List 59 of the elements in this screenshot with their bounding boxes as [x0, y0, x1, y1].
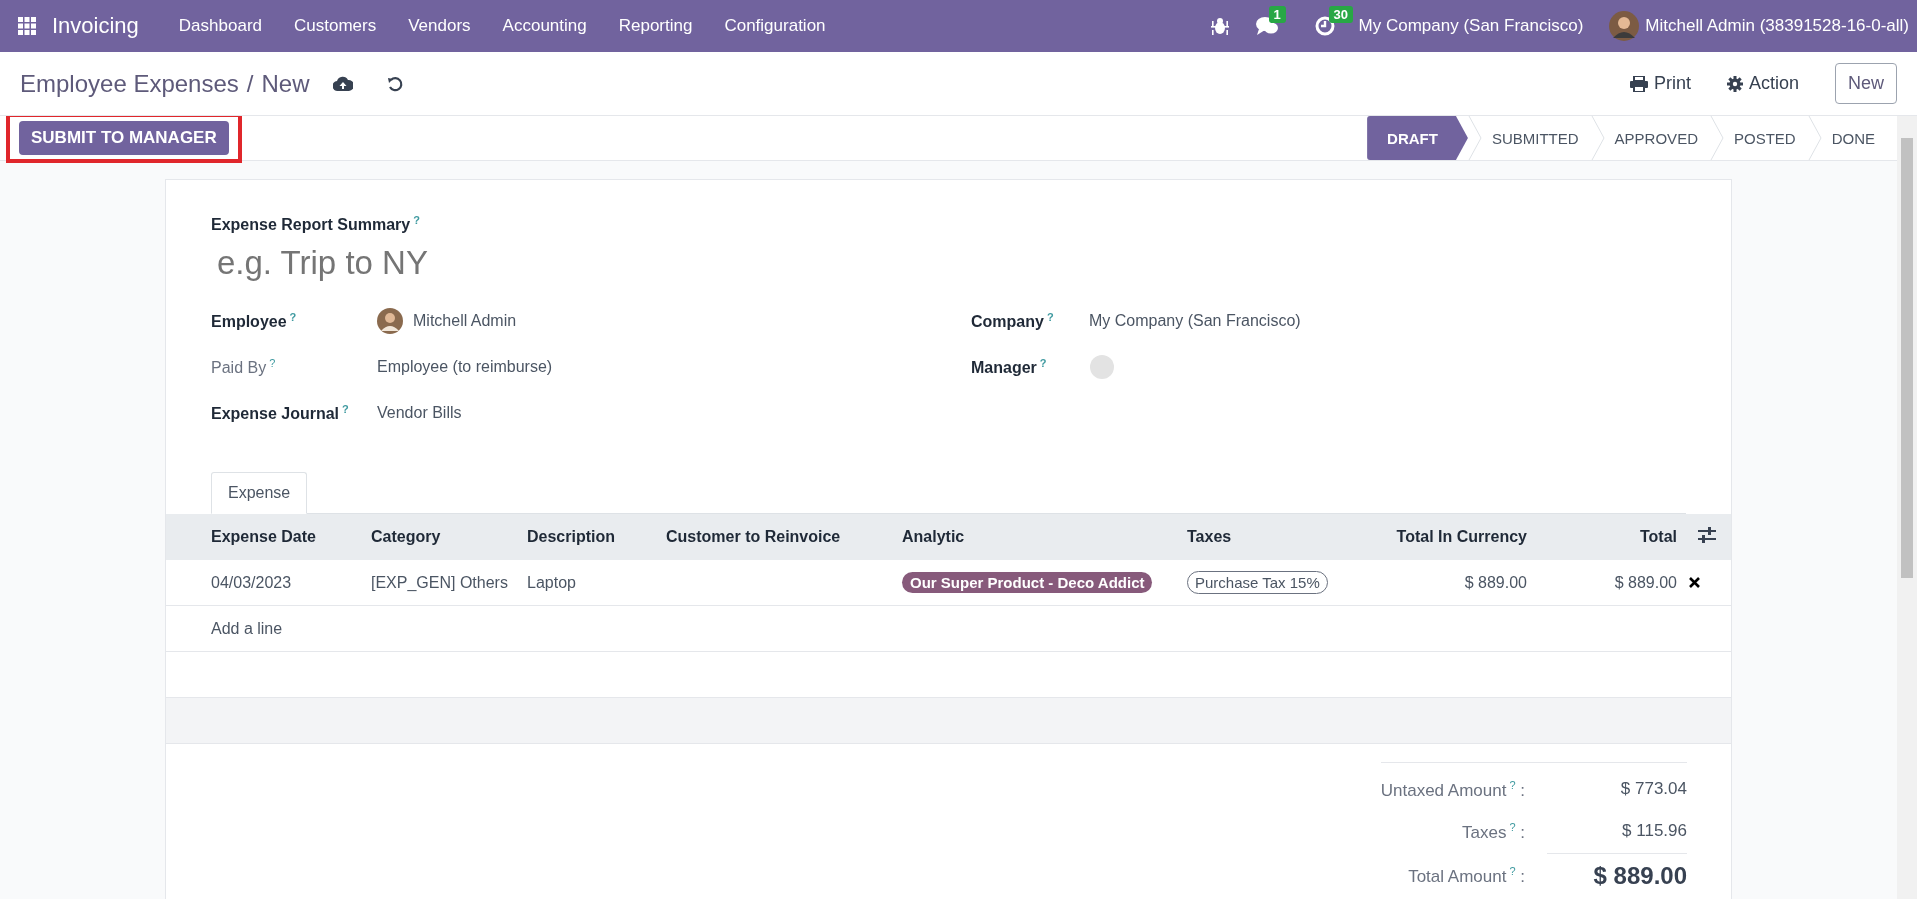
bug-icon[interactable] — [1210, 17, 1229, 35]
field-label: Paid By$^{?}$ — [211, 357, 277, 378]
gear-icon — [1726, 75, 1743, 92]
table-cell: 04/03/2023 — [211, 573, 292, 591]
new-button[interactable]: New — [1835, 63, 1897, 104]
delete-icon[interactable] — [1689, 576, 1700, 588]
menu-item[interactable]: Vendors — [392, 16, 487, 36]
app-name[interactable]: Invoicing — [52, 13, 139, 39]
print-button[interactable]: Print — [1629, 73, 1691, 94]
analytic-tag: Our Super Product - Deco Addict — [902, 571, 1153, 593]
field-label: Company$^{?}$ — [971, 311, 1055, 332]
app-grid-icon[interactable] — [18, 17, 36, 35]
menu-item[interactable]: Accounting — [486, 16, 603, 36]
total-value: $ 889.00 — [1547, 852, 1687, 899]
menu-item[interactable]: Configuration — [708, 16, 842, 36]
field-label: Manager$^{?}$ — [971, 357, 1048, 378]
column-header[interactable]: Category — [371, 528, 441, 546]
printer-icon — [1629, 75, 1648, 92]
column-settings-icon[interactable] — [1698, 527, 1716, 544]
field-value[interactable]: Vendor Bills — [377, 404, 462, 423]
user-avatar[interactable] — [1609, 11, 1640, 41]
column-header[interactable]: Analytic — [902, 528, 965, 546]
undo-icon[interactable] — [387, 75, 404, 92]
total-value: $ 115.96 — [1621, 820, 1687, 842]
breadcrumb-link[interactable]: Employee Expenses — [20, 69, 239, 98]
field-label: Employee$^{?}$ — [211, 311, 298, 332]
cloud-upload-icon[interactable] — [333, 75, 354, 92]
user-menu[interactable]: Mitchell Admin (38391528-16-0-all) — [1645, 16, 1909, 36]
table-cell: [EXP_GEN] Others — [371, 573, 508, 591]
action-button[interactable]: Action — [1726, 73, 1799, 94]
field-value[interactable]: Mitchell Admin — [413, 312, 517, 331]
menu-item[interactable]: Customers — [278, 16, 393, 36]
form-tab[interactable]: Expense — [211, 472, 308, 515]
total-label: Untaxed Amount$^{?}$ : — [1380, 778, 1525, 802]
field-value[interactable]: My Company (San Francisco) — [1089, 312, 1301, 331]
menu-item[interactable]: Dashboard — [162, 16, 278, 36]
clock-icon[interactable] — [1314, 16, 1335, 36]
company-switcher[interactable]: My Company (San Francisco) — [1358, 16, 1584, 36]
column-header[interactable]: Taxes — [1187, 528, 1232, 546]
total-label: Total Amount$^{?}$ : — [1407, 863, 1525, 888]
total-label: Taxes$^{?}$ : — [1461, 820, 1525, 844]
table-cell: $ 889.00 — [1464, 573, 1527, 591]
breadcrumb-separator: / — [246, 69, 254, 98]
record-title: New — [261, 69, 310, 98]
employee-avatar — [377, 308, 403, 335]
field-label: Expense Journal$^{?}$ — [211, 403, 350, 424]
scrollbar[interactable] — [1897, 116, 1917, 899]
submit-to-manager-button[interactable]: SUBMIT TO MANAGER — [19, 121, 229, 155]
table-cell: Laptop — [527, 573, 576, 591]
add-line-link[interactable]: Add a line — [211, 619, 283, 637]
notification-badge: 30 — [1328, 6, 1353, 23]
status-stage[interactable]: DRAFT — [1367, 116, 1468, 160]
table-cell: $ 889.00 — [1614, 573, 1677, 591]
field-value[interactable]: Employee (to reimburse) — [377, 358, 553, 377]
menu-item[interactable]: Reporting — [602, 16, 709, 36]
notification-badge: 1 — [1268, 6, 1286, 23]
total-value: $ 773.04 — [1619, 778, 1687, 801]
column-header[interactable]: Total — [1639, 528, 1677, 546]
field-label: Expense Report Summary$^{?}$ — [211, 214, 421, 235]
